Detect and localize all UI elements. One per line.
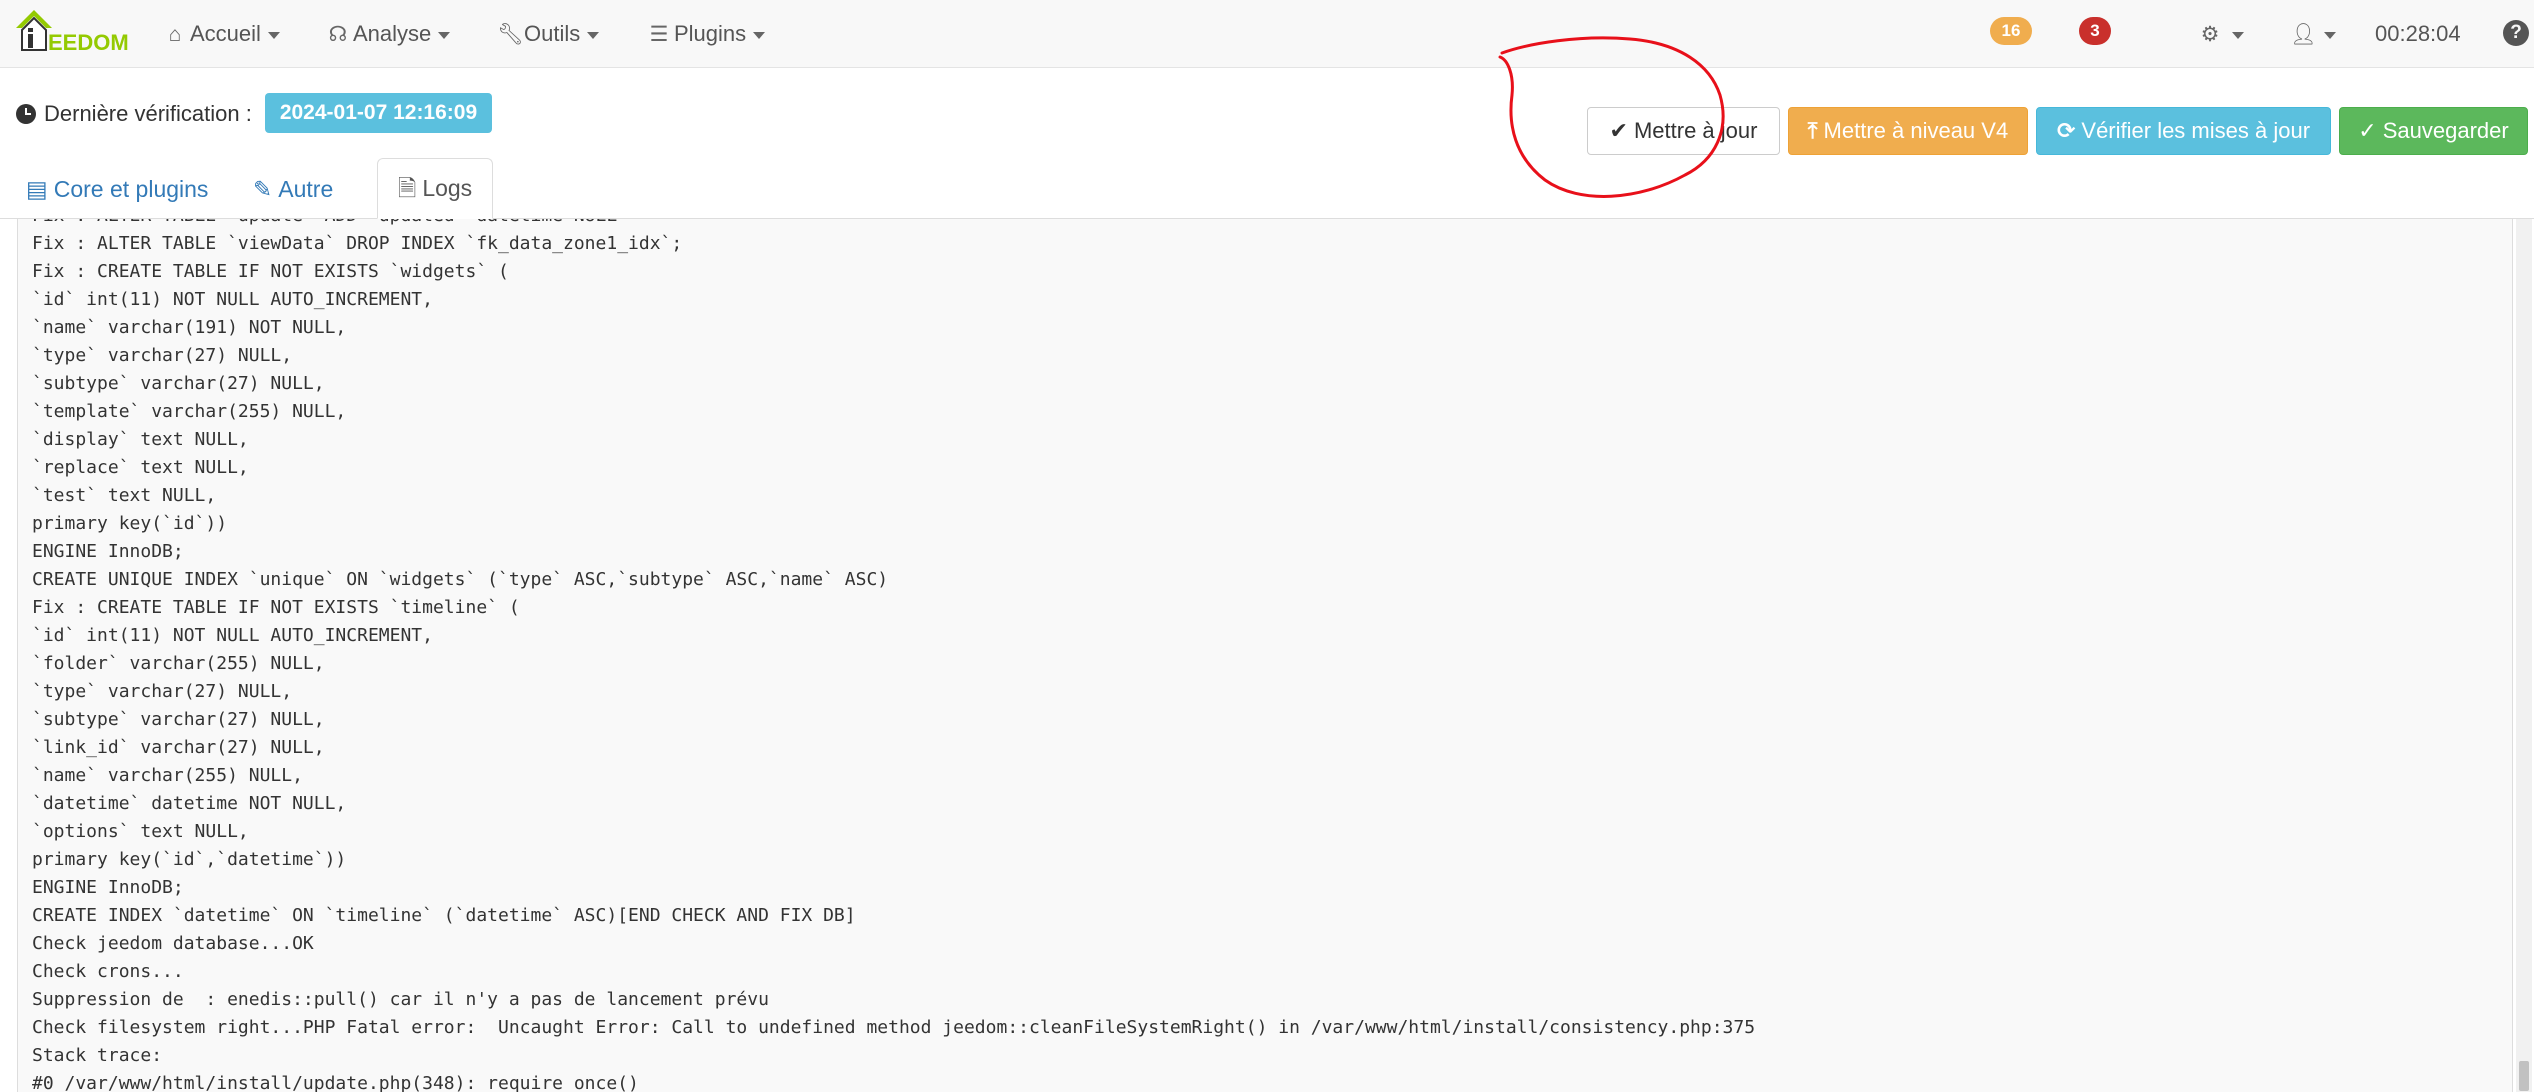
last-check-label: Dernière vérification : [44, 101, 252, 126]
log-line: primary key(`id`)) [32, 513, 228, 534]
tab-autre-label: Autre [278, 176, 334, 202]
refresh-icon: ⟳ [2056, 118, 2076, 143]
clock-time: 00:28:04 [2375, 21, 2461, 46]
feather-icon: ✎ [253, 176, 273, 202]
upgrade-v4-button[interactable]: ⤒ Mettre à niveau V4 [1788, 107, 2028, 155]
log-line: CREATE UNIQUE INDEX `unique` ON `widgets… [32, 569, 889, 590]
log-line: `id` int(11) NOT NULL AUTO_INCREMENT, [32, 625, 433, 646]
check-updates-button[interactable]: ⟳ Vérifier les mises à jour [2036, 107, 2331, 155]
save-button[interactable]: ✓ Sauvegarder [2339, 107, 2528, 155]
log-line: `type` varchar(27) NULL, [32, 681, 293, 702]
log-line: Fix : ALTER TABLE `viewData` DROP INDEX … [32, 233, 683, 254]
log-line: `name` varchar(255) NULL, [32, 765, 303, 786]
log-line: ENGINE InnoDB; [32, 877, 184, 898]
help-icon[interactable]: ? [2503, 20, 2529, 46]
nav-analyse-label: Analyse [353, 21, 432, 46]
log-line: primary key(`id`,`datetime`)) [32, 849, 347, 870]
log-line: `datetime` datetime NOT NULL, [32, 793, 347, 814]
user-icon: 👤︎ [2290, 23, 2317, 46]
file-icon: 🗎︎ [397, 175, 417, 201]
log-line: `folder` varchar(255) NULL, [32, 653, 325, 674]
log-line: Stack trace: [32, 1045, 163, 1066]
log-line: Fix : CREATE TABLE IF NOT EXISTS `widget… [32, 261, 509, 282]
wrench-icon: 🔧︎ [497, 23, 524, 46]
caret-down-icon [587, 31, 600, 39]
log-line: `test` text NULL, [32, 485, 217, 506]
log-line: `display` text NULL, [32, 429, 249, 450]
check-updates-button-label: Vérifier les mises à jour [2081, 118, 2311, 143]
log-line: `type` varchar(27) NULL, [32, 345, 293, 366]
log-line: Fix : ALTER TABLE `update` ADD `updated`… [32, 219, 617, 227]
save-button-label: Sauvegarder [2382, 118, 2509, 143]
log-line: Fix : CREATE TABLE IF NOT EXISTS `timeli… [32, 597, 520, 618]
log-line: ENGINE InnoDB; [32, 541, 184, 562]
log-line: #0 /var/www/html/install/update.php(348)… [32, 1073, 639, 1092]
last-check: Dernière vérification : [16, 96, 252, 132]
log-line: Suppression de : enedis::pull() car il n… [32, 989, 769, 1010]
user-menu[interactable]: 👤︎ [2290, 16, 2336, 52]
upgrade-v4-button-label: Mettre à niveau V4 [1823, 118, 2009, 143]
archive-icon: ▤ [26, 176, 48, 202]
jeedom-logo[interactable]: EEDOM [14, 6, 129, 62]
log-line: `subtype` varchar(27) NULL, [32, 709, 325, 730]
nav-outils-label: Outils [524, 21, 581, 46]
top-navbar: EEDOM ⌂ Accueil ☊ Analyse 🔧︎Outils ☰ Plugin… [0, 0, 2534, 68]
update-log-output[interactable]: Fix : ALTER TABLE `update` ADD `updated`… [17, 219, 2513, 1092]
log-line: `id` int(11) NOT NULL AUTO_INCREMENT, [32, 289, 433, 310]
nav-accueil[interactable]: ⌂ Accueil [163, 16, 280, 52]
caret-down-icon [2232, 31, 2244, 39]
list-icon: ☰ [649, 23, 669, 46]
scrollbar-thumb[interactable] [2519, 1061, 2529, 1091]
tab-logs[interactable]: 🗎︎ Logs [377, 158, 493, 219]
tab-core-plugins-label: Core et plugins [53, 176, 209, 202]
log-line: `replace` text NULL, [32, 457, 249, 478]
caret-down-icon [267, 31, 280, 39]
log-line: Check filesystem right...PHP Fatal error… [32, 1017, 1756, 1038]
tab-core-plugins[interactable]: ▤ Core et plugins [26, 160, 246, 219]
check-circle-icon: ✓ [2358, 118, 2377, 143]
log-line: CREATE INDEX `datetime` ON `timeline` (`… [32, 905, 856, 926]
caret-down-icon [2324, 31, 2336, 39]
nav-accueil-label: Accueil [190, 21, 261, 46]
tab-autre[interactable]: ✎ Autre [253, 160, 380, 219]
log-line: `link_id` varchar(27) NULL, [32, 737, 325, 758]
log-scrollbar[interactable] [2516, 219, 2532, 1092]
log-line: `subtype` varchar(27) NULL, [32, 373, 325, 394]
log-line: `name` varchar(191) NOT NULL, [32, 317, 347, 338]
warning-count-badge[interactable]: 16 [1990, 17, 2032, 45]
nav-analyse[interactable]: ☊ Analyse [326, 16, 451, 52]
home-icon: ⌂ [168, 23, 182, 46]
caret-down-icon [438, 31, 451, 39]
nav-plugins[interactable]: ☰ Plugins [647, 16, 766, 52]
stethoscope-icon: ☊ [328, 23, 348, 46]
nav-plugins-label: Plugins [674, 21, 747, 46]
log-line: `options` text NULL, [32, 821, 249, 842]
nav-outils[interactable]: 🔧︎Outils [497, 16, 600, 52]
error-count-badge[interactable]: 3 [2079, 17, 2111, 45]
log-line: Check crons... [32, 961, 184, 982]
settings-menu[interactable]: ⚙ [2198, 16, 2244, 52]
cogs-icon: ⚙ [2200, 23, 2220, 46]
caret-down-icon [753, 31, 766, 39]
last-check-date-badge: 2024-01-07 12:16:09 [265, 93, 492, 133]
log-line: `template` varchar(255) NULL, [32, 401, 347, 422]
red-annotation-circle [1498, 36, 1725, 198]
clock-icon [16, 104, 36, 124]
tab-logs-label: Logs [422, 175, 473, 201]
log-line: Check jeedom database...OK [32, 933, 314, 954]
logo-text: EEDOM [48, 30, 129, 55]
